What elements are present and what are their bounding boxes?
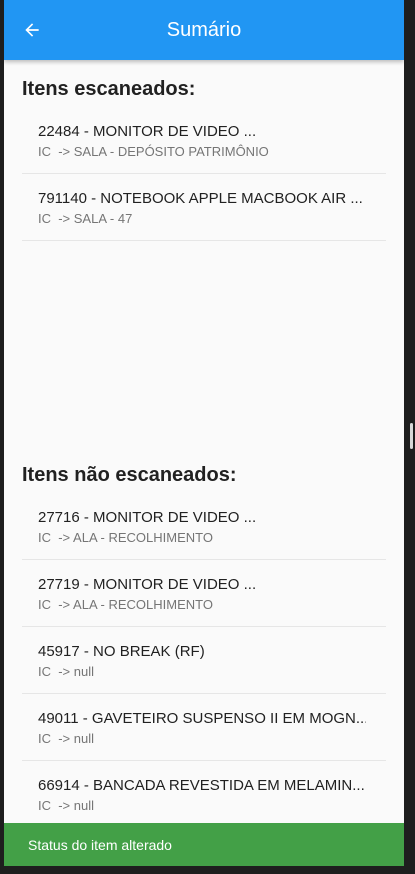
item-title: 49011 - GAVETEIRO SUSPENSO II EM MOGN... <box>38 710 366 727</box>
scrollbar-handle[interactable] <box>410 423 413 449</box>
app-screen: Sumário Itens escaneados: 22484 - MONITO… <box>4 0 404 866</box>
list-item[interactable]: 22484 - MONITOR DE VIDEO ... IC -> SALA … <box>22 107 386 174</box>
not-scanned-section-title: Itens não escaneados: <box>22 464 237 486</box>
item-title: 27716 - MONITOR DE VIDEO ... <box>38 509 257 526</box>
item-title: 27719 - MONITOR DE VIDEO ... <box>38 576 257 593</box>
list-item[interactable]: 27719 - MONITOR DE VIDEO ... IC -> ALA -… <box>22 560 386 627</box>
not-scanned-list: 27716 - MONITOR DE VIDEO ... IC -> ALA -… <box>22 493 386 828</box>
item-subtitle: IC -> ALA - RECOLHIMENTO <box>38 530 213 545</box>
page-title: Sumário <box>166 18 242 41</box>
list-item[interactable]: 66914 - BANCADA REVESTIDA EM MELAMIN... … <box>22 761 386 828</box>
app-bar: Sumário <box>4 0 404 60</box>
item-title: 791140 - NOTEBOOK APPLE MACBOOK AIR ... <box>38 190 363 207</box>
scanned-list: 22484 - MONITOR DE VIDEO ... IC -> SALA … <box>22 107 386 241</box>
item-subtitle: IC -> SALA - DEPÓSITO PATRIMÔNIO <box>38 144 269 159</box>
item-subtitle: IC -> null <box>38 664 94 679</box>
status-snackbar: Status do item alterado <box>4 823 404 866</box>
item-title: 45917 - NO BREAK (RF) <box>38 643 205 660</box>
item-title: 66914 - BANCADA REVESTIDA EM MELAMIN... <box>38 777 365 794</box>
list-item[interactable]: 791140 - NOTEBOOK APPLE MACBOOK AIR ... … <box>22 174 386 241</box>
scanned-section-title: Itens escaneados: <box>22 78 196 100</box>
item-subtitle: IC -> null <box>38 798 94 813</box>
list-item[interactable]: 45917 - NO BREAK (RF) IC -> null <box>22 627 386 694</box>
item-subtitle: IC -> SALA - 47 <box>38 211 133 226</box>
item-title: 22484 - MONITOR DE VIDEO ... <box>38 123 257 140</box>
list-item[interactable]: 27716 - MONITOR DE VIDEO ... IC -> ALA -… <box>22 493 386 560</box>
item-subtitle: IC -> ALA - RECOLHIMENTO <box>38 597 213 612</box>
snackbar-message: Status do item alterado <box>28 836 172 853</box>
list-item[interactable]: 49011 - GAVETEIRO SUSPENSO II EM MOGN...… <box>22 694 386 761</box>
item-subtitle: IC -> null <box>38 731 94 746</box>
